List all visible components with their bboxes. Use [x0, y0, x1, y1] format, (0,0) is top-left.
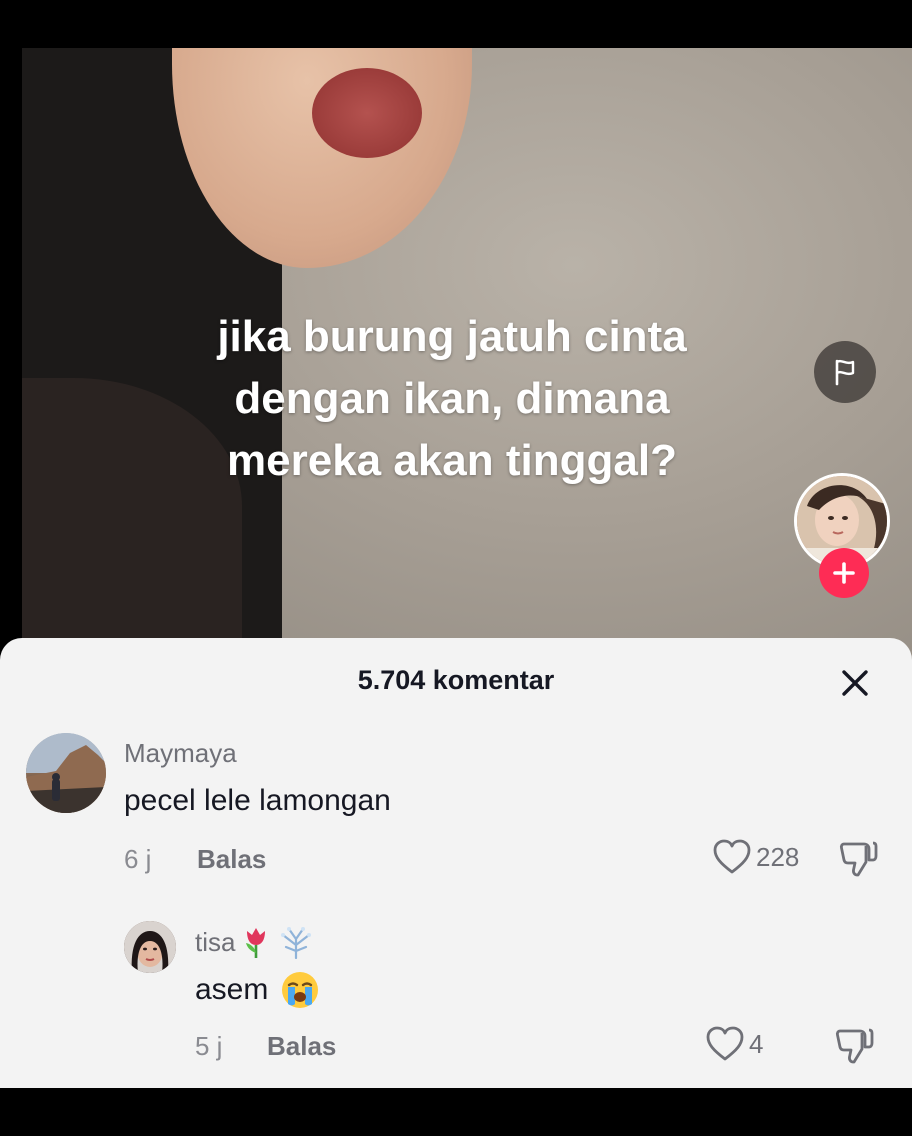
dislike-button[interactable]	[838, 838, 878, 883]
video-overlay-text: jika burung jatuh cinta dengan ikan, dim…	[172, 306, 732, 492]
flag-icon	[835, 359, 855, 386]
commenter-avatar[interactable]	[26, 733, 106, 813]
comment-time: 6 j	[124, 844, 152, 874]
comment-username[interactable]: Maymaya	[124, 738, 237, 769]
comment-time: 5 j	[195, 1031, 223, 1061]
video-figure-lips	[312, 68, 422, 158]
reply-button[interactable]: Balas	[267, 1031, 336, 1062]
thumbs-down-icon	[835, 1028, 874, 1064]
close-comments-button[interactable]	[836, 664, 874, 702]
avatar-image	[124, 921, 176, 973]
like-button[interactable]: 4	[705, 1025, 763, 1063]
tulip-emoji-icon	[246, 928, 266, 958]
thumbs-down-icon	[839, 841, 878, 877]
plus-icon	[833, 562, 855, 584]
video-player[interactable]: jika burung jatuh cinta dengan ikan, dim…	[22, 48, 912, 668]
close-icon	[842, 670, 868, 696]
overlay-line: dengan ikan, dimana	[234, 374, 670, 423]
overlay-line: mereka akan tinggal?	[227, 436, 677, 485]
like-count: 228	[756, 841, 800, 872]
heart-icon	[706, 1026, 744, 1061]
heart-icon	[713, 839, 751, 874]
follow-plus-button[interactable]	[819, 548, 869, 598]
loudly-crying-face-icon	[282, 972, 319, 1008]
avatar-image	[26, 733, 106, 813]
commenter-avatar[interactable]	[124, 921, 176, 973]
report-flag-button[interactable]	[814, 341, 876, 403]
comment-username: tisa	[195, 926, 236, 957]
reply-button[interactable]: Balas	[197, 844, 266, 875]
comment-text: asem	[195, 973, 269, 1006]
comments-sheet: 5.704 komentar Maymaya pecel lele lamong…	[0, 638, 912, 1088]
like-button[interactable]: 228	[712, 838, 799, 876]
overlay-line: jika burung jatuh cinta	[217, 312, 687, 361]
comments-count-title: 5.704 komentar	[357, 665, 555, 695]
comment-username-row[interactable]: tisa	[195, 925, 315, 959]
dislike-button[interactable]	[834, 1025, 874, 1070]
comment-text-row: asem	[195, 970, 320, 1010]
comment-text: pecel lele lamongan	[124, 784, 391, 817]
like-count: 4	[749, 1028, 764, 1059]
sparkle-emoji-icon	[281, 927, 312, 959]
bottom-black-bar	[0, 1088, 912, 1136]
